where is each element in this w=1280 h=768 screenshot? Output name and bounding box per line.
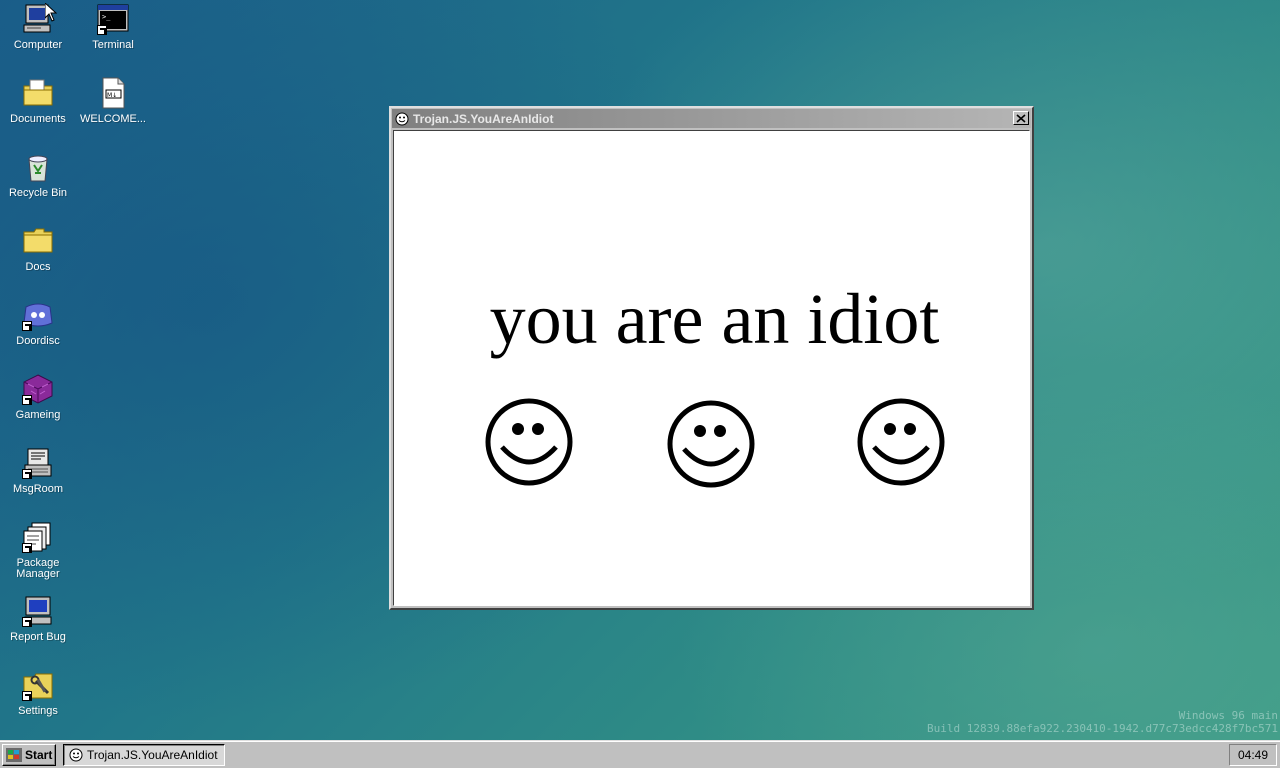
markdown-file-icon: M↓ xyxy=(97,77,129,109)
shortcut-arrow-icon xyxy=(97,25,107,35)
msgroom-icon xyxy=(22,447,54,479)
desktop-icon-settings[interactable]: Settings xyxy=(1,669,75,717)
desktop-icon-computer[interactable]: Computer xyxy=(1,3,75,51)
shortcut-arrow-icon xyxy=(22,617,32,627)
settings-icon xyxy=(22,669,54,701)
shortcut-arrow-icon xyxy=(22,321,32,331)
terminal-icon: >_ xyxy=(97,3,129,35)
trojan-window[interactable]: Trojan.JS.YouAreAnIdiot you are an idiot xyxy=(389,106,1034,610)
window-title: Trojan.JS.YouAreAnIdiot xyxy=(413,111,554,126)
taskbar-item-label: Trojan.JS.YouAreAnIdiot xyxy=(87,748,218,762)
desktop-icon-label: Doordisc xyxy=(16,335,60,347)
system-tray-clock[interactable]: 04:49 xyxy=(1229,744,1277,766)
window-content: you are an idiot xyxy=(393,130,1030,606)
shortcut-arrow-icon xyxy=(22,469,32,479)
start-button[interactable]: Start xyxy=(2,744,56,766)
desktop-icon-label: Package Manager xyxy=(16,557,60,580)
gameing-cube-icon xyxy=(22,373,54,405)
smiley-face-icon xyxy=(484,397,574,487)
shortcut-arrow-icon xyxy=(22,395,32,405)
desktop-icon-label: Computer xyxy=(13,39,63,51)
desktop-icon-label: Settings xyxy=(18,705,58,717)
desktop-icon-label: Recycle Bin xyxy=(8,187,68,199)
clock-text: 04:49 xyxy=(1237,748,1269,762)
window-titlebar[interactable]: Trojan.JS.YouAreAnIdiot xyxy=(392,109,1031,128)
desktop-icon-label: Gameing xyxy=(15,409,61,421)
taskbar-item-trojan[interactable]: Trojan.JS.YouAreAnIdiot xyxy=(63,744,225,766)
smiley-icon xyxy=(69,748,83,762)
desktop-icon-terminal[interactable]: >_ Terminal xyxy=(76,3,150,51)
doordisc-icon xyxy=(22,299,54,331)
desktop-icon-label: WELCOME... xyxy=(79,113,146,125)
start-logo-icon xyxy=(6,748,22,762)
desktop-icon-label: Report Bug xyxy=(10,631,66,643)
desktop-icon-label: Terminal xyxy=(92,39,134,51)
shortcut-arrow-icon xyxy=(22,543,32,553)
package-manager-icon xyxy=(22,521,54,553)
desktop-icon-label: Documents xyxy=(10,113,66,125)
desktop-icon-msgroom[interactable]: MsgRoom xyxy=(1,447,75,495)
desktop-icon-welcome[interactable]: M↓ WELCOME... xyxy=(76,77,150,125)
taskbar: Start Trojan.JS.YouAreAnIdiot 04:49 xyxy=(0,740,1280,768)
watermark-os-name: Windows 96 main xyxy=(1178,709,1278,722)
smiley-face-icon xyxy=(856,397,946,487)
headline-text: you are an idiot xyxy=(489,279,940,359)
svg-text:>_: >_ xyxy=(102,13,111,21)
desktop-icon-documents[interactable]: Documents xyxy=(1,77,75,125)
smiley-face-icon xyxy=(666,399,756,489)
report-bug-icon xyxy=(22,595,54,627)
documents-folder-icon xyxy=(22,77,54,109)
desktop-icon-recycle-bin[interactable]: Recycle Bin xyxy=(1,151,75,199)
desktop-icon-label: Docs xyxy=(25,261,51,273)
desktop-icon-label: MsgRoom xyxy=(12,483,64,495)
desktop-icon-package-manager[interactable]: Package Manager xyxy=(1,521,75,580)
desktop-icon-report-bug[interactable]: Report Bug xyxy=(1,595,75,643)
watermark-build: Build 12839.88efa922.230410-1942.d77c73e… xyxy=(927,722,1278,735)
recycle-bin-icon xyxy=(22,151,54,183)
desktop-icon-docs[interactable]: Docs xyxy=(1,225,75,273)
build-watermark: Windows 96 main Build 12839.88efa922.230… xyxy=(927,709,1278,735)
smiley-icon xyxy=(395,112,409,125)
close-button[interactable] xyxy=(1013,111,1029,125)
desktop-icon-gameing[interactable]: Gameing xyxy=(1,373,75,421)
start-label: Start xyxy=(25,748,53,762)
desktop-icon-doordisc[interactable]: Doordisc xyxy=(1,299,75,347)
shortcut-arrow-icon xyxy=(22,691,32,701)
close-icon xyxy=(1016,113,1026,123)
svg-text:M↓: M↓ xyxy=(107,92,117,99)
folder-icon xyxy=(22,225,54,257)
mouse-cursor-icon xyxy=(45,3,57,22)
